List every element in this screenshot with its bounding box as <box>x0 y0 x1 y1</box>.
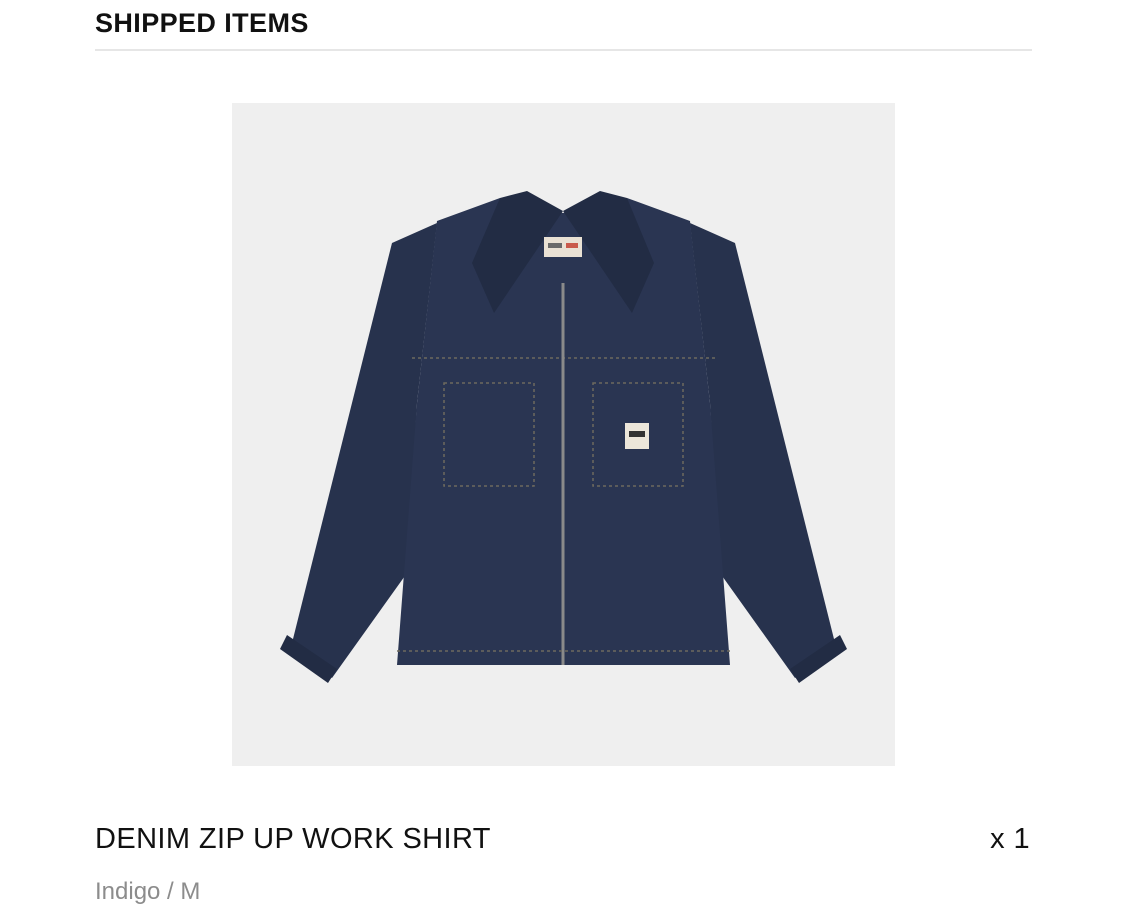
section-divider <box>95 49 1032 51</box>
section-title: SHIPPED ITEMS <box>95 8 309 38</box>
product-image[interactable] <box>232 103 895 766</box>
denim-jacket-icon <box>280 191 847 683</box>
product-quantity: x 1 <box>990 823 1030 855</box>
product-name[interactable]: DENIM ZIP UP WORK SHIRT <box>95 823 491 856</box>
product-variant: Indigo / M <box>95 878 201 905</box>
